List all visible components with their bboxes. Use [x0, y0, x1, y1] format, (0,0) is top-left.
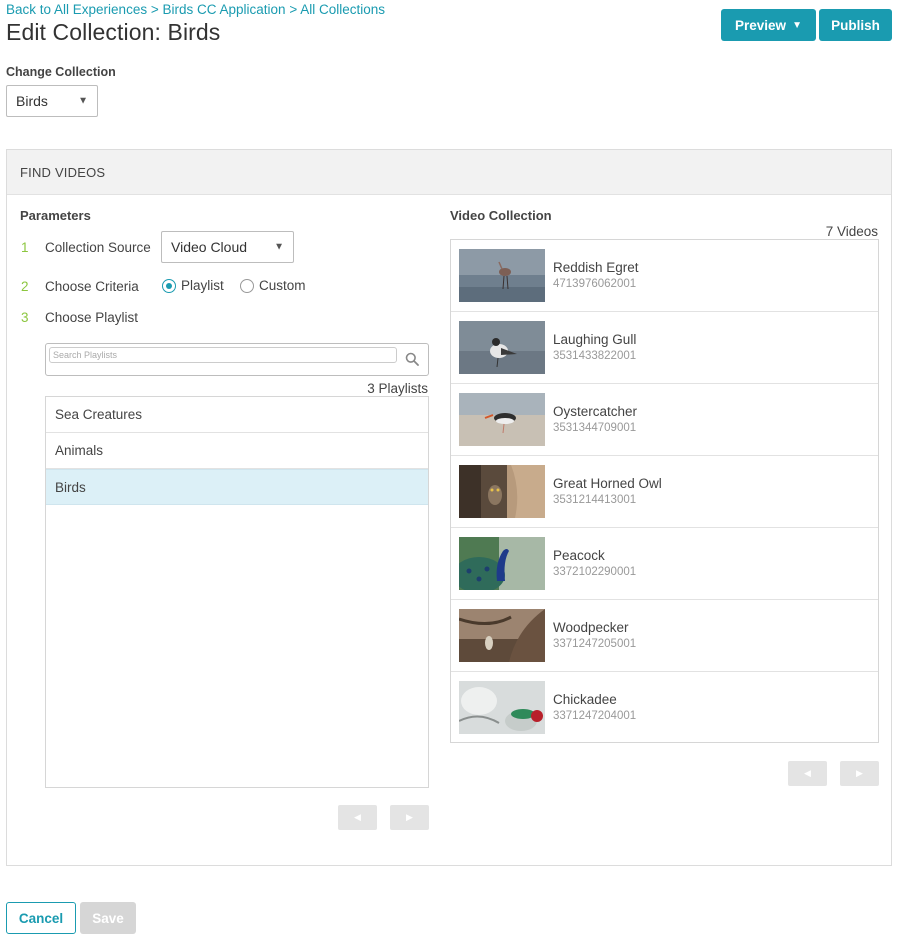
video-name: Chickadee — [553, 692, 617, 707]
video-thumbnail — [459, 321, 545, 374]
step-label: Collection Source — [45, 240, 151, 255]
video-thumbnail — [459, 609, 545, 662]
video-name: Great Horned Owl — [553, 476, 662, 491]
parameters-title: Parameters — [20, 208, 91, 223]
radio-label: Playlist — [181, 278, 224, 293]
playlist-list: Sea Creatures Animals Birds — [45, 396, 429, 788]
criteria-radio-playlist[interactable]: Playlist — [162, 278, 224, 293]
breadcrumb-link-application[interactable]: Birds CC Application — [163, 2, 286, 17]
step-collection-source: 1 Collection Source — [21, 240, 151, 255]
find-videos-header: FIND VIDEOS — [7, 150, 891, 195]
breadcrumb: Back to All Experiences > Birds CC Appli… — [6, 2, 385, 17]
video-thumbnail — [459, 537, 545, 590]
video-collection-title: Video Collection — [450, 208, 552, 223]
video-item[interactable]: Laughing Gull 3531433822001 — [451, 312, 878, 384]
criteria-radio-custom[interactable]: Custom — [240, 278, 306, 293]
video-id: 3371247205001 — [553, 638, 637, 650]
radio-checked-icon — [162, 278, 176, 293]
video-thumbnail — [459, 249, 545, 302]
collection-select[interactable]: Birds ▼ — [6, 85, 98, 117]
find-videos-panel: FIND VIDEOS Parameters 1 Collection Sour… — [6, 149, 892, 866]
video-item[interactable]: Chickadee 3371247204001 — [451, 672, 878, 744]
video-name: Woodpecker — [553, 620, 629, 635]
preview-button[interactable]: Preview ▼ — [721, 9, 816, 41]
collection-select-value: Birds — [16, 93, 48, 109]
playlist-search-box — [45, 343, 429, 376]
video-item[interactable]: Peacock 3372102290001 — [451, 528, 878, 600]
publish-button[interactable]: Publish — [819, 9, 892, 41]
caret-down-icon: ▼ — [792, 19, 802, 31]
breadcrumb-separator: > — [289, 2, 298, 17]
breadcrumb-link-collections[interactable]: All Collections — [300, 2, 385, 17]
video-name: Oystercatcher — [553, 404, 638, 419]
arrow-left-icon: ◀ — [354, 812, 361, 822]
video-id: 3372102290001 — [553, 566, 637, 578]
video-id: 3531433822001 — [553, 350, 637, 362]
video-thumbnail — [459, 681, 545, 734]
video-thumbnail — [459, 393, 545, 446]
step-number: 3 — [21, 310, 29, 325]
video-count: 7 Videos — [825, 224, 878, 239]
playlist-item-birds[interactable]: Birds — [46, 469, 428, 505]
radio-unchecked-icon — [240, 278, 254, 293]
radio-label: Custom — [259, 278, 306, 293]
playlist-item-sea-creatures[interactable]: Sea Creatures — [46, 397, 428, 433]
video-id: 3531344709001 — [553, 422, 637, 434]
video-name: Reddish Egret — [553, 260, 639, 275]
breadcrumb-separator: > — [150, 2, 159, 17]
step-choose-playlist: 3 Choose Playlist — [21, 310, 138, 325]
arrow-left-icon: ◀ — [804, 768, 811, 778]
playlist-prev-page-button[interactable]: ◀ — [338, 805, 377, 830]
video-item[interactable]: Woodpecker 3371247205001 — [451, 600, 878, 672]
collection-source-value: Video Cloud — [171, 239, 248, 255]
step-number: 2 — [21, 279, 29, 294]
caret-down-icon: ▼ — [78, 95, 88, 107]
save-button[interactable]: Save — [80, 902, 136, 934]
video-list: Reddish Egret 4713976062001 Laughing Gul… — [450, 239, 879, 743]
video-name: Laughing Gull — [553, 332, 637, 347]
collection-source-select[interactable]: Video Cloud ▼ — [161, 231, 294, 263]
video-item[interactable]: Oystercatcher 3531344709001 — [451, 384, 878, 456]
playlist-next-page-button[interactable]: ▶ — [390, 805, 429, 830]
cancel-button[interactable]: Cancel — [6, 902, 76, 934]
caret-down-icon: ▼ — [274, 241, 284, 253]
breadcrumb-link-experiences[interactable]: Back to All Experiences — [6, 2, 147, 17]
search-playlists-input[interactable] — [49, 347, 397, 363]
change-collection-label: Change Collection — [6, 65, 116, 79]
arrow-right-icon: ▶ — [856, 768, 863, 778]
page-title: Edit Collection: Birds — [6, 19, 221, 45]
video-thumbnail — [459, 465, 545, 518]
step-number: 1 — [21, 240, 29, 255]
video-next-page-button[interactable]: ▶ — [840, 761, 879, 786]
preview-button-label: Preview — [735, 17, 787, 33]
video-item[interactable]: Great Horned Owl 3531214413001 — [451, 456, 878, 528]
video-name: Peacock — [553, 548, 605, 563]
video-id: 3531214413001 — [553, 494, 637, 506]
video-id: 3371247204001 — [553, 710, 637, 722]
search-icon[interactable] — [405, 352, 419, 366]
step-label: Choose Criteria — [45, 279, 139, 294]
video-id: 4713976062001 — [553, 278, 637, 290]
video-prev-page-button[interactable]: ◀ — [788, 761, 827, 786]
video-item[interactable]: Reddish Egret 4713976062001 — [451, 240, 878, 312]
arrow-right-icon: ▶ — [406, 812, 413, 822]
step-choose-criteria: 2 Choose Criteria — [21, 279, 139, 294]
playlist-item-animals[interactable]: Animals — [46, 433, 428, 469]
playlist-count: 3 Playlists — [367, 381, 428, 396]
step-label: Choose Playlist — [45, 310, 139, 325]
